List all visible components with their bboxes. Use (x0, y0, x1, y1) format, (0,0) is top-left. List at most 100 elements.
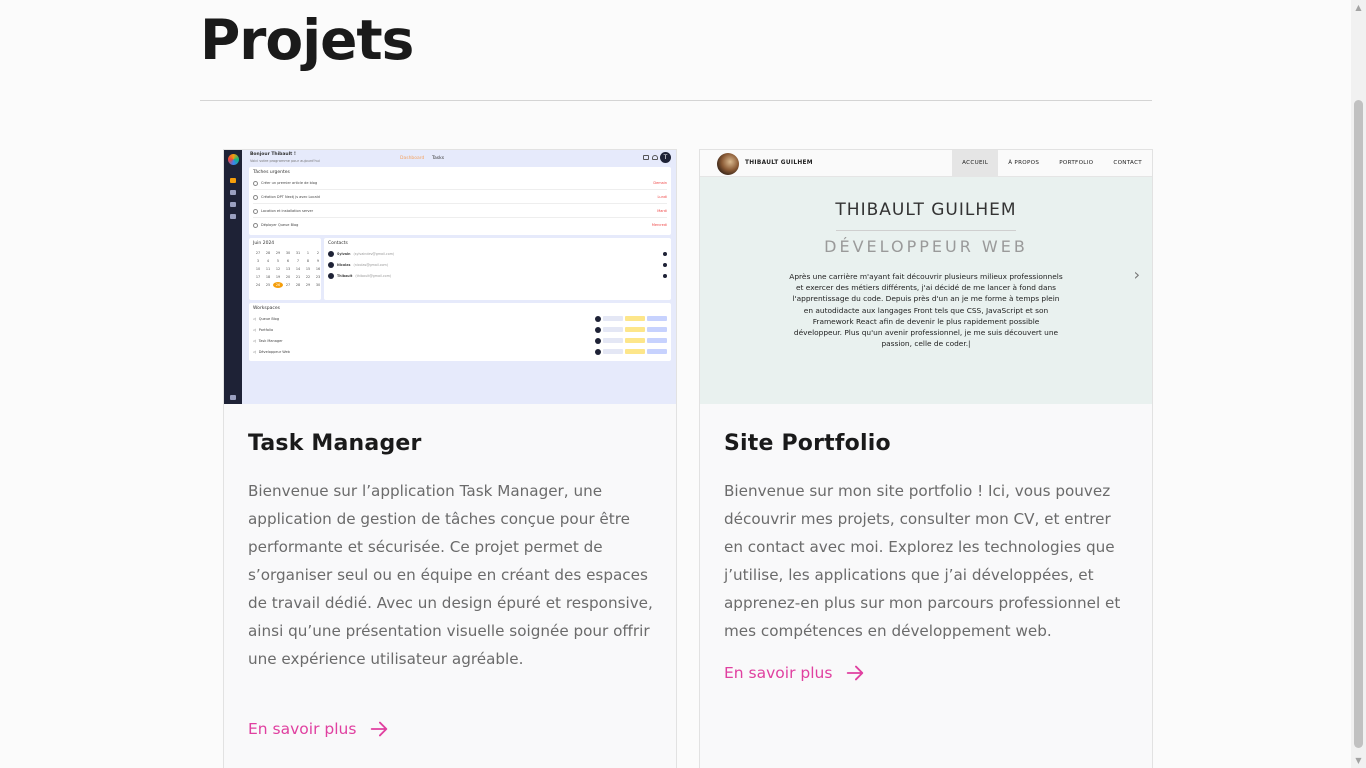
tm-urgent-row: Création DPT Nextj js avec Locald Lundi (253, 193, 667, 201)
tm-calendar-day: 27 (255, 251, 261, 255)
pf-menu-item: CONTACT (1113, 160, 1142, 166)
tm-calendar-day: 18 (265, 275, 271, 279)
tm-header: Bonjour Thibault ! Voici votre programme… (242, 150, 676, 166)
tm-logo-icon (228, 154, 239, 165)
learn-more-link[interactable]: En savoir plus (248, 718, 390, 740)
tm-contact-row: Thibault (thibault@gmail.com) (328, 272, 667, 280)
tm-calendar-day: 28 (265, 251, 271, 255)
pf-menu-item: À PROPOS (1008, 160, 1040, 166)
tm-urgent-title: Tâches urgentes (253, 170, 290, 175)
tm-workspace-row: ◁ Task Manager (253, 336, 667, 345)
page-title: Projets (200, 8, 414, 72)
tm-calendar-day: 30 (315, 283, 321, 287)
pf-brand: THIBAULT GUILHEM (745, 160, 813, 166)
project-title: Site Portfolio (724, 431, 891, 456)
tm-folder-icon (230, 214, 236, 219)
tm-nav-dashboard: Dashboard (400, 156, 425, 161)
tm-calendar-day: 14 (295, 267, 301, 271)
tm-bell-icon (652, 155, 658, 160)
tm-calendar-day: 19 (275, 275, 281, 279)
tm-calendar-day: 29 (275, 251, 281, 255)
tm-calendar-day: 15 (305, 267, 311, 271)
tm-workspace-row: ◁ Portfolio (253, 325, 667, 334)
tm-calendar-day: 30 (285, 251, 291, 255)
scroll-up-icon[interactable]: ▲ (1351, 0, 1366, 15)
vertical-scrollbar[interactable]: ▲ ▼ (1351, 0, 1366, 768)
tm-calendar-grid: 27 28 29 30 31 1 2 3 4 5 6 7 8 9 10 11 12 13 14 15 16 17 18 19 2… (253, 250, 323, 288)
tm-contacts-panel: Contacts Sylvain (sylvaindev@gmail.com) N… (324, 238, 671, 300)
project-card-task-manager: Bonjour Thibault ! Voici votre programme… (223, 149, 677, 768)
tm-calendar-day: 27 (285, 283, 291, 287)
tm-workspaces-panel: Workspaces ◁ Queue Blog ◁ Portfolio ◁ Ta… (249, 303, 671, 361)
tm-calendar-title: Juin 2024 (253, 241, 275, 246)
learn-more-link[interactable]: En savoir plus (724, 662, 866, 684)
tm-sidebar (224, 150, 242, 404)
tm-calendar-day: 29 (305, 283, 311, 287)
project-description: Bienvenue sur mon site portfolio ! Ici, … (724, 482, 1121, 640)
tm-contacts-title: Contacts (328, 241, 348, 246)
project-title: Task Manager (248, 431, 422, 456)
tm-urgent-row: Location et installation server Mardi (253, 207, 667, 215)
tm-avatar: T (660, 152, 671, 163)
pf-navbar: THIBAULT GUILHEM ACCUEIL À PROPOS PORTFO… (700, 150, 1152, 177)
tm-calendar-day: 11 (265, 267, 271, 271)
tm-calendar-panel: Juin 2024 27 28 29 30 31 1 2 3 4 5 6 7 8 9 10 11 12 13 14 1… (249, 238, 321, 300)
pf-menu-item: ACCUEIL (952, 150, 999, 177)
tm-calendar-day: 17 (255, 275, 261, 279)
tm-urgent-panel: Tâches urgentes Créer un premier article… (249, 167, 671, 235)
tm-calendar-day: 10 (255, 267, 261, 271)
tm-calendar-day: 13 (285, 267, 291, 271)
tm-subgreeting: Voici votre programme pour aujourd'hui (250, 159, 320, 163)
scroll-down-icon[interactable]: ▼ (1351, 753, 1366, 768)
pf-hero-subtitle: DÉVELOPPEUR WEB (824, 237, 1028, 256)
tm-calendar-day: 31 (295, 251, 301, 255)
pf-avatar (717, 153, 739, 175)
pf-hero-title: THIBAULT GUILHEM (835, 200, 1017, 220)
arrow-right-icon (371, 721, 388, 737)
portfolio-thumbnail[interactable]: THIBAULT GUILHEM ACCUEIL À PROPOS PORTFO… (700, 150, 1152, 404)
title-divider (200, 100, 1152, 101)
tm-calendar-day: 26 (273, 282, 283, 288)
tm-calendar-day: 16 (315, 267, 321, 271)
tm-logout-icon (230, 395, 236, 400)
tm-calendar-day: 9 (316, 259, 320, 263)
tm-calendar-day: 2 (316, 251, 320, 255)
project-card-portfolio: THIBAULT GUILHEM ACCUEIL À PROPOS PORTFO… (699, 149, 1153, 768)
tm-workspace-row: ◁ Queue Blog (253, 314, 667, 323)
tm-nav-tasks: Tasks (432, 156, 445, 161)
tm-calendar-day: 8 (306, 259, 310, 263)
tm-calendar-day: 6 (286, 259, 290, 263)
tm-calendar-day: 24 (255, 283, 261, 287)
task-manager-thumbnail[interactable]: Bonjour Thibault ! Voici votre programme… (224, 150, 676, 404)
tm-calendar-day: 21 (295, 275, 301, 279)
tm-calendar-day: 28 (295, 283, 301, 287)
tm-calendar-day: 23 (315, 275, 321, 279)
tm-contact-row: Sylvain (sylvaindev@gmail.com) (328, 250, 667, 258)
tm-mail-icon (643, 155, 649, 160)
tm-users-icon (230, 202, 236, 207)
pf-hero-divider (836, 230, 1016, 231)
tm-tasks-icon (230, 190, 236, 195)
scrollbar-thumb[interactable] (1354, 100, 1363, 748)
tm-greeting: Bonjour Thibault ! (250, 152, 296, 157)
tm-urgent-row: Créer un premier article de blog Demain (253, 179, 667, 187)
tm-urgent-row: Déployer Queue Blog Mercredi (253, 221, 667, 229)
project-description: Bienvenue sur l’application Task Manager… (248, 482, 653, 668)
tm-contact-row: Nicolas (nicolas@gmail.com) (328, 261, 667, 269)
pf-hero-text: Après une carrière m'ayant fait découvri… (789, 272, 1063, 349)
tm-calendar-day: 22 (305, 275, 311, 279)
tm-calendar-day: 4 (266, 259, 270, 263)
tm-calendar-day: 1 (306, 251, 310, 255)
arrow-right-icon (847, 665, 864, 681)
tm-calendar-day: 20 (285, 275, 291, 279)
learn-more-label: En savoir plus (724, 664, 833, 682)
tm-calendar-day: 3 (256, 259, 260, 263)
tm-calendar-day: 7 (296, 259, 300, 263)
tm-calendar-day: 12 (275, 267, 281, 271)
pf-next-arrow-icon: › (1133, 265, 1140, 284)
pf-menu: ACCUEIL À PROPOS PORTFOLIO CONTACT (952, 150, 1152, 177)
tm-calendar-day: 5 (276, 259, 280, 263)
tm-workspaces-title: Workspaces (253, 306, 280, 311)
learn-more-label: En savoir plus (248, 720, 357, 738)
tm-calendar-day: 25 (265, 283, 271, 287)
